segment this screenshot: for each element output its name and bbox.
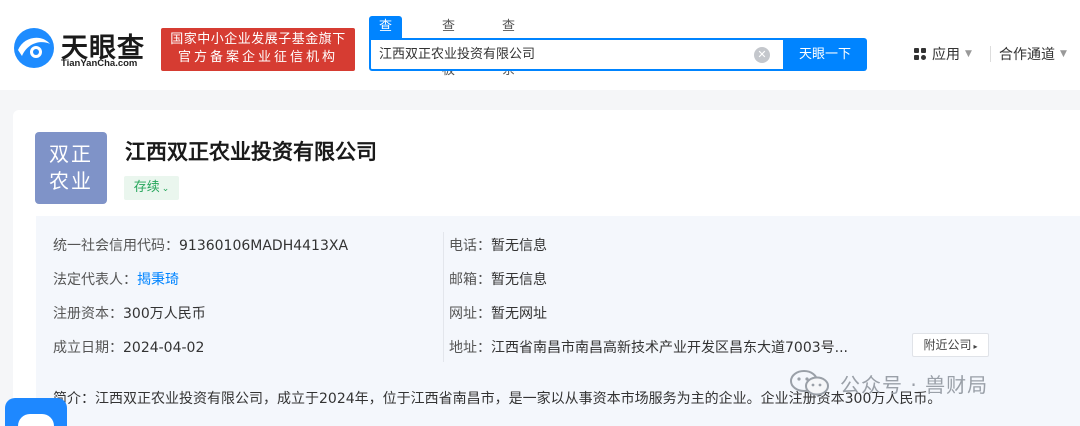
watermark-text: 公众号 · 兽财局 [840,372,989,397]
clear-icon[interactable]: ✕ [754,47,770,63]
company-logo-line-2: 农业 [49,169,93,193]
search-button[interactable]: 天眼一下 [783,38,867,71]
phone-row: 电话：暂无信息 [449,235,547,255]
company-name[interactable]: 江西双正农业投资有限公司 [125,136,377,166]
founded-label: 成立日期： [53,340,123,356]
watermark: 公众号 · 兽财局 [788,366,988,400]
website-label: 网址： [449,306,491,322]
email-label: 邮箱： [449,272,491,288]
nearby-company-button[interactable]: 附近公司 ▸ [912,333,989,357]
phone-label: 电话： [449,238,491,254]
address-label: 地址： [449,340,491,356]
nav-channel-label: 合作通道 [999,47,1055,63]
founded-value: 2024-04-02 [123,340,205,356]
eye-logo-icon [14,28,54,68]
badge-line-1: 国家中小企业发展子基金旗下 [170,32,346,47]
website-row: 网址：暂无网址 [449,303,547,323]
nav-divider [990,46,991,62]
company-logo-line-1: 双正 [49,142,93,166]
chevron-down-icon: ▼ [965,49,972,59]
address-value: 江西省南昌市南昌高新技术产业开发区昌东大道7003号... [491,340,848,356]
founded-row: 成立日期：2024-04-02 [53,337,204,357]
company-logo: 双正 农业 [35,132,107,204]
nav-channel[interactable]: 合作通道 ▼ [999,44,1067,64]
email-row: 邮箱：暂无信息 [449,269,547,289]
search-input[interactable] [379,40,759,69]
credit-code-value: 91360106MADH4413XA [179,238,349,254]
nearby-label: 附近公司 [923,338,972,352]
address-row: 地址：江西省南昌市南昌高新技术产业开发区昌东大道7003号... [449,337,848,357]
grid-icon [914,47,927,61]
tab-boss[interactable]: 查老板 [442,16,455,78]
credit-code-label: 统一社会信用代码： [53,238,179,254]
chevron-down-icon: ⌄ [161,184,170,194]
tianyancha-logo[interactable]: 天眼查 TianYanCha.com [12,24,152,72]
column-divider [443,232,444,362]
legal-rep-label: 法定代表人： [53,272,137,288]
capital-value: 300万人民币 [123,306,206,322]
legal-rep-link[interactable]: 揭秉琦 [137,272,179,288]
capital-label: 注册资本： [53,306,123,322]
tab-company[interactable]: 查公司 [369,16,403,78]
capital-row: 注册资本：300万人民币 [53,303,206,323]
chat-bubble-icon [18,414,54,426]
wechat-icon [790,370,829,396]
gov-badge: 国家中小企业发展子基金旗下 官方备案企业征信机构 [161,28,355,71]
nav-apps[interactable]: 应用 ▼ [914,44,972,64]
badge-line-2: 官方备案企业征信机构 [177,50,338,65]
logo-domain: TianYanCha.com [61,58,138,69]
tab-relation[interactable]: 查关系 [502,16,515,78]
nav-apps-label: 应用 [932,47,960,63]
chevron-down-icon: ▼ [1060,49,1067,59]
top-header: 天眼查 TianYanCha.com 国家中小企业发展子基金旗下 官方备案企业征… [0,0,1080,90]
email-value: 暂无信息 [491,272,547,288]
status-label: 存续 [133,180,160,195]
search-box: ✕ 天眼一下 [369,38,867,71]
chat-float-button[interactable] [5,398,67,426]
legal-rep-row: 法定代表人：揭秉琦 [53,269,179,289]
phone-value: 暂无信息 [491,238,547,254]
credit-code-row: 统一社会信用代码：91360106MADH4413XA [53,235,348,255]
website-value: 暂无网址 [491,306,547,322]
status-badge[interactable]: 存续 ⌄ [124,176,179,200]
caret-right-icon: ▸ [973,342,978,351]
